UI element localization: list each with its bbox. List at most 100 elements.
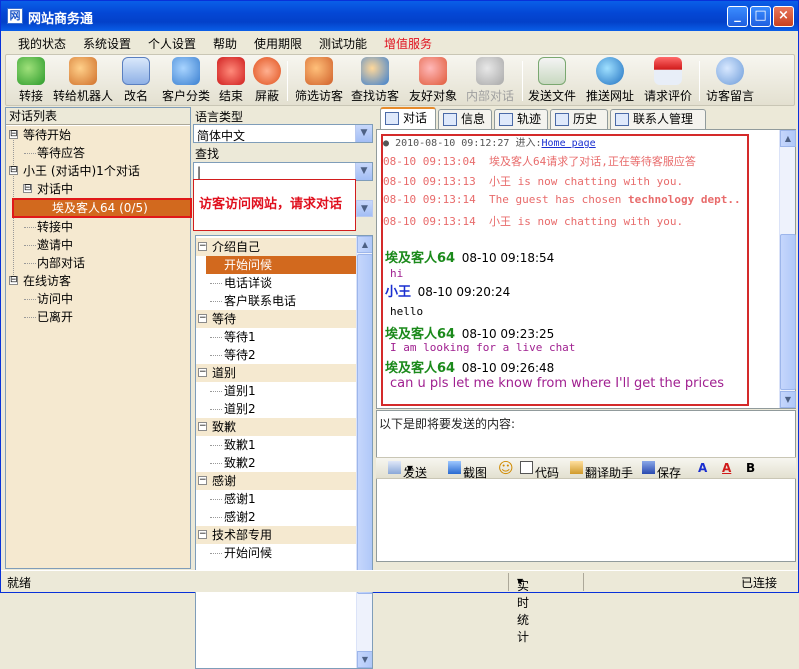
customer-category-button[interactable]: 客户分类: [156, 57, 216, 105]
menu-expiry[interactable]: 使用期限: [254, 35, 302, 52]
menu-help[interactable]: 帮助: [213, 35, 237, 52]
quick-reply-item[interactable]: 道别1: [196, 382, 356, 400]
collapse-icon[interactable]: −: [198, 314, 207, 323]
home-page-link[interactable]: Home page: [542, 138, 596, 149]
rename-button[interactable]: 改名: [120, 57, 152, 105]
chevron-down-icon[interactable]: ▼: [356, 200, 373, 217]
scroll-up-icon[interactable]: ▲: [357, 236, 372, 253]
tree-node-visitor-selected[interactable]: 埃及客人64 (0/5): [12, 198, 192, 218]
tab-chat[interactable]: 对话: [380, 107, 436, 129]
chat-scrollbar[interactable]: ▲ ▼: [779, 130, 796, 408]
tree-node-internal-chat[interactable]: 内部对话: [6, 254, 190, 272]
quick-reply-group[interactable]: − 道别: [196, 364, 356, 382]
quick-reply-item[interactable]: 感谢1: [196, 490, 356, 508]
quick-reply-item[interactable]: 开始问候: [196, 544, 356, 562]
compose-area[interactable]: 以下是即将要发送的内容:: [376, 410, 796, 562]
screenshot-icon: [448, 461, 461, 474]
tree-node-waiting-answer[interactable]: 等待应答: [6, 144, 190, 162]
message-text: can u pls let me know from where I'll ge…: [390, 376, 725, 391]
block-button[interactable]: 屏蔽: [252, 57, 282, 105]
request-rating-button[interactable]: 请求评价: [642, 57, 694, 105]
scroll-up-icon[interactable]: ▲: [780, 130, 796, 147]
bold-button[interactable]: B: [746, 461, 755, 475]
quick-reply-item[interactable]: 等待1: [196, 328, 356, 346]
tab-contacts[interactable]: 联系人管理: [610, 109, 706, 129]
end-button[interactable]: 结束: [216, 57, 246, 105]
friend-button[interactable]: 友好对象: [407, 57, 459, 105]
tab-history[interactable]: 历史: [550, 109, 608, 129]
push-url-button[interactable]: 推送网址: [584, 57, 636, 105]
quick-reply-item[interactable]: 等待2: [196, 346, 356, 364]
collapse-icon[interactable]: ⊟: [9, 276, 18, 285]
menu-value-added[interactable]: 增值服务: [384, 35, 432, 52]
scroll-thumb[interactable]: [780, 234, 796, 390]
tree-node-operator[interactable]: ⊟ 小王 (对话中)1个对话: [6, 162, 190, 180]
screenshot-button[interactable]: 截图: [448, 461, 487, 480]
tree-node-in-chat[interactable]: ⊟ 对话中: [6, 180, 190, 198]
quick-reply-group[interactable]: − 介绍自己: [196, 238, 356, 256]
translate-button[interactable]: 翻译助手: [570, 461, 633, 480]
tree-node-left[interactable]: 已离开: [6, 308, 190, 326]
tree-label: 邀请中: [37, 238, 74, 252]
close-button[interactable]: ×: [773, 6, 794, 27]
tab-track[interactable]: 轨迹站: [494, 109, 548, 144]
scroll-down-icon[interactable]: ▼: [780, 391, 796, 408]
language-select[interactable]: 简体中文 ▼: [193, 124, 373, 143]
menu-personal-settings[interactable]: 个人设置: [148, 35, 196, 52]
transfer-button[interactable]: 转接: [16, 57, 46, 105]
emoji-icon[interactable]: ☺: [498, 459, 514, 477]
realtime-stats-button[interactable]: 实时统计 ▾: [517, 574, 529, 644]
menu-test[interactable]: 测试功能: [319, 35, 367, 52]
tree-node-online-visitors[interactable]: ⊟ 在线访客: [6, 272, 190, 290]
quick-reply-item[interactable]: 致歉2: [196, 454, 356, 472]
collapse-icon[interactable]: −: [198, 368, 207, 377]
tree-node-waiting-start[interactable]: ⊟ 等待开始: [6, 126, 190, 144]
collapse-icon[interactable]: −: [198, 530, 207, 539]
quick-reply-item-selected[interactable]: 开始问候: [206, 256, 356, 274]
find-visitor-button[interactable]: 查找访客: [349, 57, 401, 105]
font-color-button[interactable]: A: [722, 461, 731, 475]
quick-reply-group[interactable]: − 感谢: [196, 472, 356, 490]
scroll-down-icon[interactable]: ▼: [357, 651, 372, 668]
collapse-icon[interactable]: ⊟: [23, 184, 32, 193]
internal-chat-button[interactable]: 内部对话: [463, 57, 517, 105]
quick-reply-item[interactable]: 电话详谈: [196, 274, 356, 292]
quick-reply-item[interactable]: 道别2: [196, 400, 356, 418]
block-icon: [253, 57, 281, 85]
scroll-thumb[interactable]: [357, 254, 372, 594]
collapse-icon[interactable]: ⊟: [9, 130, 18, 139]
quick-reply-item[interactable]: 感谢2: [196, 508, 356, 526]
title-bar[interactable]: 网 网站商务通 _ □ ×: [1, 1, 798, 31]
tree-node-transferring[interactable]: 转接中: [6, 218, 190, 236]
filter-visitor-button[interactable]: 筛选访客: [293, 57, 345, 105]
group-title: 致歉: [212, 420, 237, 434]
robot-button[interactable]: 转给机器人: [52, 57, 114, 105]
quick-reply-scrollbar[interactable]: ▲ ▼: [356, 236, 372, 668]
chevron-down-icon[interactable]: ▼: [355, 125, 372, 142]
quick-reply-item[interactable]: 致歉1: [196, 436, 356, 454]
collapse-icon[interactable]: −: [198, 422, 207, 431]
collapse-icon[interactable]: ⊟: [9, 166, 18, 175]
tab-info[interactable]: 信息: [438, 109, 492, 129]
send-file-button[interactable]: 发送文件: [526, 57, 578, 105]
font-button[interactable]: A: [698, 461, 707, 475]
menu-status[interactable]: 我的状态: [18, 35, 66, 52]
tree-label: 转接中: [37, 220, 74, 234]
tree-node-inviting[interactable]: 邀请中: [6, 236, 190, 254]
code-button[interactable]: 代码: [520, 461, 559, 480]
send-button[interactable]: 发送 ▾: [388, 461, 427, 480]
quick-reply-group[interactable]: − 等待: [196, 310, 356, 328]
quick-reply-item[interactable]: 客户联系电话: [196, 292, 356, 310]
quick-reply-group[interactable]: − 致歉: [196, 418, 356, 436]
quick-reply-group[interactable]: − 技术部专用: [196, 526, 356, 544]
search-input[interactable]: |: [197, 165, 201, 179]
maximize-button[interactable]: □: [750, 6, 771, 27]
collapse-icon[interactable]: −: [198, 242, 207, 251]
minimize-button[interactable]: _: [727, 6, 748, 27]
menu-system-settings[interactable]: 系统设置: [83, 35, 131, 52]
chevron-down-icon[interactable]: ▼: [355, 163, 372, 180]
save-button[interactable]: 保存: [642, 461, 681, 480]
visitor-message-button[interactable]: 访客留言: [704, 57, 756, 105]
tree-node-visiting[interactable]: 访问中: [6, 290, 190, 308]
collapse-icon[interactable]: −: [198, 476, 207, 485]
